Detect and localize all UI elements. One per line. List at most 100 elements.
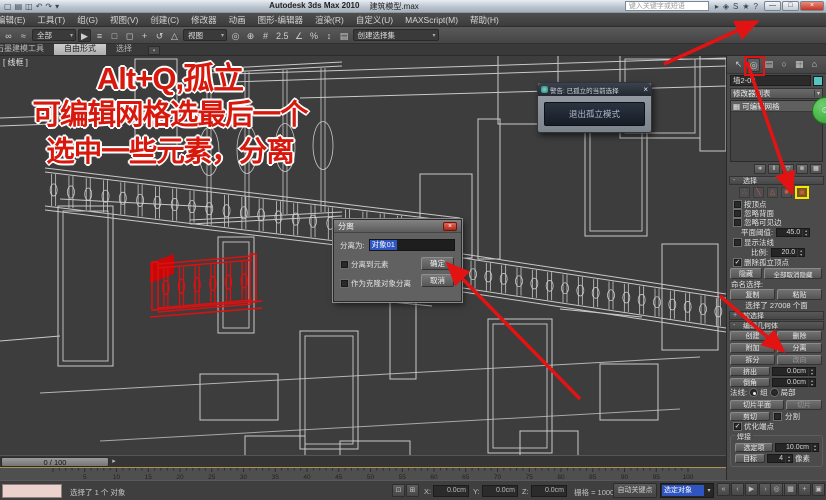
vertex-icon[interactable]: ∴ [739, 187, 750, 198]
open-file-icon[interactable]: ▤ [15, 1, 23, 12]
normal-local-radio[interactable] [769, 388, 779, 397]
warning-dialog-titlebar[interactable]: 警告: 已孤立的当前选择 × [538, 83, 651, 96]
menu-item-6[interactable]: 动画 [223, 14, 252, 26]
prev-frame-button[interactable]: ‹ [731, 483, 744, 496]
create-button[interactable]: 创建 [730, 331, 775, 341]
ignore-backfacing-checkbox[interactable] [733, 209, 742, 218]
snaps-toggle-icon[interactable]: 2.5 [274, 29, 291, 42]
face-icon[interactable]: △ [767, 187, 778, 198]
menu-item-7[interactable]: 图形-编辑器 [252, 14, 309, 26]
hide-button[interactable]: 隐藏 [730, 268, 762, 279]
search-go-icon[interactable]: ▸ [715, 2, 719, 11]
object-color-swatch[interactable] [813, 75, 823, 86]
turn-button[interactable]: 改向 [777, 355, 822, 365]
ribbon-tab-selection[interactable]: 选择 [106, 44, 142, 55]
x-coordinate-field[interactable]: 0.0cm [433, 485, 469, 497]
rect-region-icon[interactable]: □ [108, 29, 121, 42]
delete-isolated-vertices-checkbox[interactable]: ✓ [733, 258, 742, 267]
coord-system-dropdown[interactable]: 视图 ▾ [183, 29, 227, 41]
pin-stack-button[interactable]: ∗ [754, 163, 766, 174]
pan-button[interactable]: + [798, 483, 811, 496]
help-icon[interactable]: ? [754, 2, 758, 11]
divide-button[interactable]: 拆分 [730, 355, 775, 365]
show-end-result-button[interactable]: ‖ [768, 163, 780, 174]
play-button[interactable]: ▶ [745, 483, 758, 496]
redo-icon[interactable]: ↷ [45, 1, 52, 12]
next-frame-nub[interactable]: ▸ [109, 457, 119, 467]
extrude-button[interactable]: 挤出 [730, 367, 770, 376]
cancel-button[interactable]: 取消 [421, 274, 454, 287]
make-unique-button[interactable]: ▽ [782, 163, 794, 174]
ok-button[interactable]: 确定 [421, 257, 454, 270]
ribbon-minimize-icon[interactable]: ▪ [148, 46, 160, 55]
polygon-icon[interactable]: ■ [781, 187, 792, 198]
delete-button[interactable]: 删除 [777, 331, 822, 341]
track-bar[interactable]: 5 10 15 20 25 30 35 40 45 50 55 60 65 70 75 80 85 90 95 100 [0, 467, 726, 480]
object-name-field[interactable]: 墙2-08 [730, 75, 811, 86]
menu-item-1[interactable]: 工具(T) [31, 14, 71, 26]
planar-threshold-field[interactable]: 45.0 ▴ ▾ [776, 228, 811, 237]
selection-filter-dropdown[interactable]: 全部 ▾ [32, 29, 76, 41]
edit-named-sets-icon[interactable]: ▤ [338, 29, 351, 42]
ribbon-tab-freeform[interactable]: 自由形式 [54, 44, 106, 55]
scale-icon[interactable]: △ [168, 29, 181, 42]
bind-spacewarp-icon[interactable]: ≈ [17, 29, 30, 42]
weld-selected-field[interactable]: 10.0cm ▴ ▾ [775, 443, 819, 452]
subscription-icon[interactable]: S [733, 2, 738, 11]
minimize-button[interactable]: — [764, 1, 781, 11]
move-icon[interactable]: + [138, 29, 151, 42]
menu-item-2[interactable]: 组(G) [71, 14, 104, 26]
exit-isolation-button[interactable]: 退出孤立模式 [544, 102, 645, 126]
save-file-icon[interactable]: ◫ [25, 1, 33, 12]
select-by-name-icon[interactable]: ≡ [93, 29, 106, 42]
configure-sets-button[interactable]: ▦ [810, 163, 822, 174]
keyboard-override-icon[interactable]: # [259, 29, 272, 42]
slice-plane-button[interactable]: 切片平面 [730, 400, 784, 410]
weld-selected-button[interactable]: 选定项 [735, 443, 773, 452]
menu-item-11[interactable]: 帮助(H) [464, 14, 505, 26]
cut-button[interactable]: 剪切 [730, 412, 770, 421]
use-pivot-center-icon[interactable]: ◎ [229, 29, 242, 42]
ignore-visible-edges-checkbox[interactable] [733, 218, 742, 227]
select-manipulate-icon[interactable]: ⊕ [244, 29, 257, 42]
go-start-button[interactable]: « [717, 483, 730, 496]
y-coordinate-field[interactable]: 0.0cm [482, 485, 518, 497]
split-checkbox[interactable] [773, 412, 782, 421]
utilities-tab[interactable]: ⌂ [808, 58, 821, 72]
warning-close-icon[interactable]: × [643, 85, 648, 94]
normals-scale-field[interactable]: 20.0 ▴ ▾ [771, 248, 806, 257]
menu-item-4[interactable]: 创建(C) [144, 14, 185, 26]
normal-group-radio[interactable] [749, 388, 759, 397]
modifier-list-dropdown[interactable]: 修改器列表 ▾ [730, 88, 823, 99]
detach-as-clone-checkbox[interactable] [340, 279, 349, 288]
weld-target-field[interactable]: 4 ▴ ▾ [767, 454, 793, 463]
menu-item-5[interactable]: 修改器 [185, 14, 223, 26]
restore-button[interactable]: □ [782, 1, 799, 11]
percent-snap-icon[interactable]: % [308, 29, 321, 42]
weld-target-button[interactable]: 目标 [735, 454, 765, 463]
favorites-icon[interactable]: ★ [742, 2, 749, 11]
copy-button[interactable]: 复制 [730, 289, 775, 300]
slice-button[interactable]: 切片 [786, 400, 822, 410]
attach-button[interactable]: 附加 [730, 343, 775, 353]
unhide-all-button[interactable]: 全部取消隐藏 [764, 268, 822, 279]
named-sets-dropdown[interactable]: 创建选择集 ▾ [352, 29, 439, 41]
refine-ends-checkbox[interactable]: ✓ [733, 422, 742, 431]
by-vertex-checkbox[interactable] [733, 200, 742, 209]
edge-icon[interactable]: ╲ [753, 187, 764, 198]
maximize-viewport-button[interactable]: ▣ [812, 483, 825, 496]
zoom-all-button[interactable]: ▦ [784, 483, 797, 496]
close-button[interactable]: × [800, 1, 824, 11]
zoom-button[interactable]: ◎ [770, 483, 783, 496]
select-object-icon[interactable]: ▶ [78, 28, 91, 42]
detach-to-element-checkbox[interactable] [340, 260, 349, 269]
menu-item-0[interactable]: 编辑(E) [0, 14, 31, 26]
show-normals-checkbox[interactable] [733, 238, 742, 247]
menu-item-9[interactable]: 自定义(U) [350, 14, 399, 26]
infocenter-search-input[interactable]: 键入关键字或短语 [624, 1, 709, 11]
selection-rollout-header[interactable]: - 选择 [729, 176, 824, 185]
menu-item-10[interactable]: MAXScript(M) [399, 15, 464, 25]
detach-close-button[interactable]: × [443, 221, 457, 231]
window-crossing-icon[interactable]: ◻ [123, 29, 136, 42]
menu-item-3[interactable]: 视图(V) [104, 14, 144, 26]
